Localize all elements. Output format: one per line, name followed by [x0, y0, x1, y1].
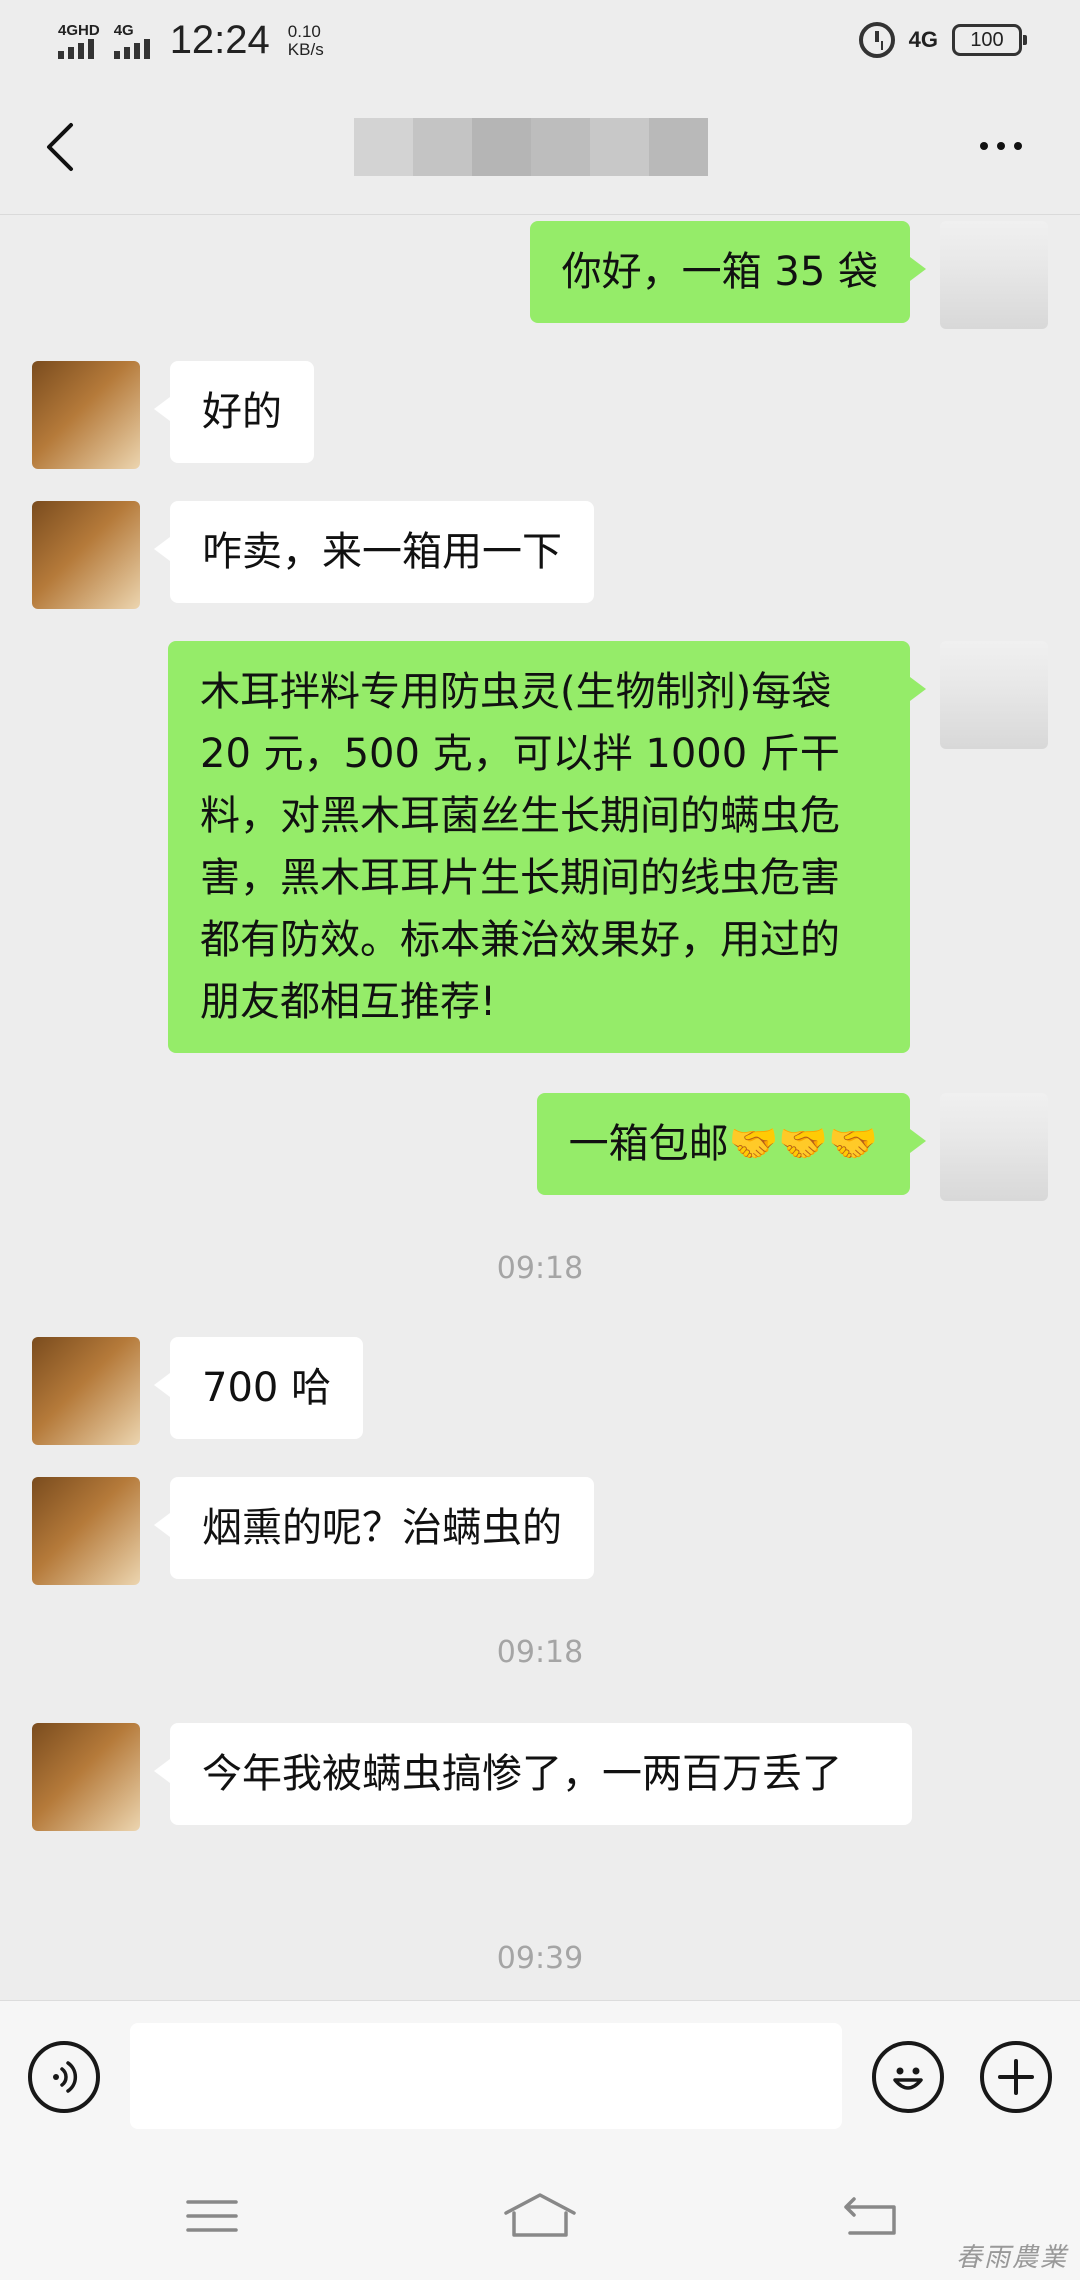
signal1-label: 4GHD — [58, 21, 100, 39]
message-bubble[interactable]: 咋卖，来一箱用一下 — [154, 501, 594, 603]
voice-icon — [53, 2061, 78, 2093]
contact-avatar[interactable] — [32, 1337, 140, 1445]
contact-avatar[interactable] — [32, 501, 140, 609]
network-label: 4G — [908, 27, 938, 52]
contact-avatar[interactable] — [32, 1477, 140, 1585]
timestamp: 09:39 — [496, 1941, 584, 1976]
input-bar — [0, 2000, 1080, 2150]
signal-icon: 4G — [113, 21, 150, 59]
home-button[interactable] — [500, 2186, 580, 2246]
home-icon — [504, 2193, 576, 2237]
chevron-left-icon — [47, 123, 73, 171]
contact-name-blurred — [354, 118, 708, 176]
system-navigation: 春雨農業 — [0, 2150, 1080, 2280]
status-bar: 4GHD 4G 12:24 0.10 KB/s 4G 100 — [0, 0, 1080, 84]
chat-header — [0, 84, 1080, 214]
menu-button[interactable] — [172, 2186, 252, 2246]
my-avatar[interactable] — [940, 1093, 1048, 1201]
contact-avatar[interactable] — [32, 361, 140, 469]
message-input[interactable] — [130, 2023, 842, 2129]
message-bubble[interactable]: 一箱包邮🤝🤝🤝 — [536, 1093, 927, 1195]
battery-icon: 100 — [952, 24, 1027, 56]
add-button[interactable] — [980, 2041, 1052, 2113]
emoji-icon — [893, 2067, 923, 2090]
voice-button[interactable] — [28, 2041, 100, 2113]
back-button[interactable] — [30, 112, 90, 182]
message-bubble[interactable]: 烟熏的呢？治螨虫的 — [154, 1477, 594, 1579]
message-bubble[interactable]: 好的 — [154, 361, 314, 463]
my-avatar[interactable] — [940, 641, 1048, 749]
contact-avatar[interactable] — [32, 1723, 140, 1831]
clock: 12:24 — [169, 18, 270, 62]
network-speed: 0.10 KB/s — [287, 21, 324, 59]
speed-unit: KB/s — [287, 39, 324, 59]
my-avatar[interactable] — [940, 221, 1048, 329]
timestamp: 09:18 — [496, 1251, 584, 1286]
plus-icon — [998, 2059, 1034, 2095]
menu-icon — [186, 2200, 238, 2232]
speed-value: 0.10 — [287, 21, 321, 41]
timestamp: 09:18 — [496, 1635, 584, 1670]
more-dots-icon — [980, 142, 988, 150]
emoji-button[interactable] — [872, 2041, 944, 2113]
signal2-label: 4G — [113, 21, 134, 39]
back-icon — [844, 2197, 896, 2235]
watermark: 春雨農業 — [955, 2243, 1068, 2273]
message-bubble[interactable]: 今年我被螨虫搞惨了，一两百万丢了 — [154, 1723, 912, 1825]
message-bubble[interactable]: 700 哈 — [153, 1337, 364, 1439]
system-back-button[interactable] — [830, 2186, 910, 2246]
message-bubble[interactable]: 木耳拌料专用防虫灵(生物制剂)每袋 20 元，500 克，可以拌 1000 斤干… — [168, 641, 926, 1053]
message-list[interactable]: 你好，一箱 35 袋 好的 咋卖，来一箱用一下 木耳拌料专用防虫灵(生物制剂)每… — [0, 214, 1080, 2000]
message-bubble[interactable]: 你好，一箱 35 袋 — [529, 221, 927, 323]
more-button[interactable] — [966, 124, 1036, 168]
signal-icon: 4GHD — [58, 21, 100, 59]
alarm-icon — [858, 22, 895, 58]
